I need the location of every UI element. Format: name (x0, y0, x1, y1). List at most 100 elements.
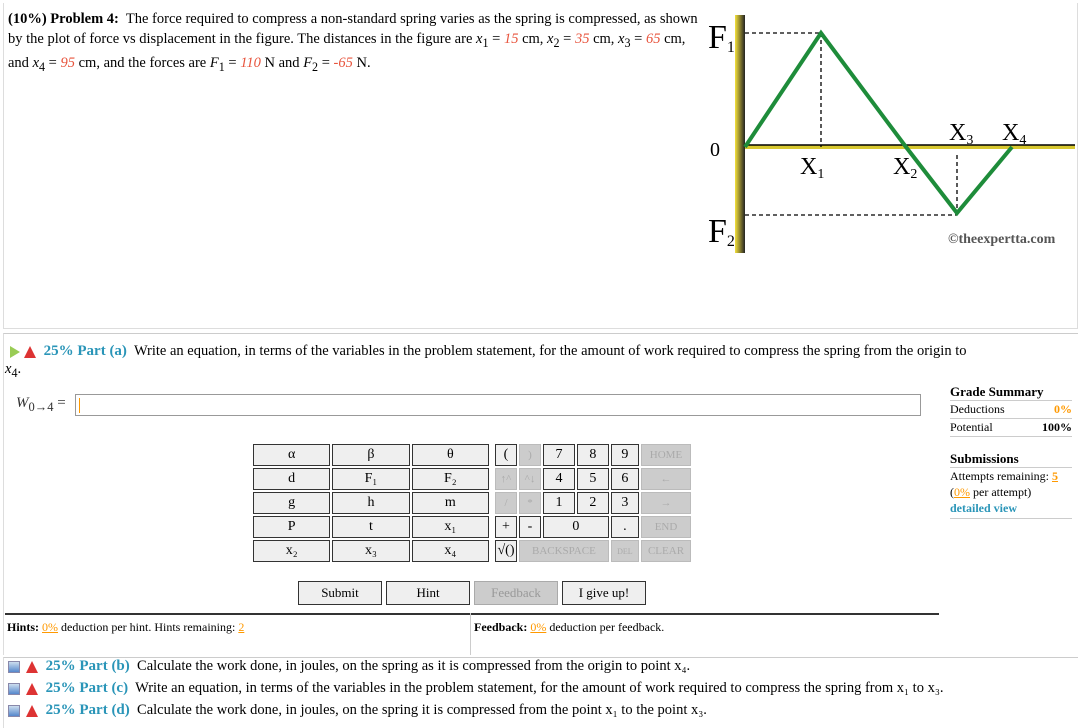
give-up-button[interactable]: I give up! (562, 581, 646, 605)
problem-statement: (10%) Problem 4: The force required to c… (8, 11, 698, 74)
key-5[interactable]: 5 (576, 468, 609, 490)
key-var[interactable]: F₂ (411, 468, 489, 490)
zero-label: 0 (710, 139, 720, 161)
key-8[interactable]: 8 (576, 444, 609, 466)
equation-label: W0→4 = (16, 395, 66, 414)
variable-keypad: α β θ d F₁ F₂ g h m Pt x₁ x₂ x₃ x₄ (251, 442, 491, 564)
key-backspace[interactable]: BACKSPACE (519, 540, 609, 562)
submit-button[interactable]: Submit (298, 581, 382, 605)
submissions-title: Submissions (950, 451, 1072, 468)
key-left[interactable]: ← (641, 468, 691, 490)
key-lparen[interactable]: ( (495, 444, 517, 466)
copyright: ©theexpertta.com (948, 232, 1056, 247)
collapsed-box-icon[interactable] (8, 704, 20, 717)
key-rparen[interactable]: ) (519, 444, 541, 466)
key-sqrt[interactable]: √() (495, 540, 517, 562)
key-var[interactable]: α (253, 444, 331, 466)
part-a-title: 25% Part (a) (43, 343, 127, 359)
potential-value: 100% (1042, 420, 1072, 434)
key-del[interactable]: DEL (610, 540, 639, 562)
x3-value: 65 (645, 31, 661, 47)
key-var[interactable]: t (332, 516, 410, 538)
wall (735, 15, 745, 253)
deductions-value: 0% (1054, 402, 1072, 416)
feedback-info: Feedback: 0% deduction per feedback. (474, 620, 665, 634)
part-b-row[interactable]: 25% Part (b) Calculate the work done, in… (8, 658, 690, 675)
key-4[interactable]: 4 (543, 468, 575, 490)
key-dot[interactable]: . (610, 516, 639, 538)
attempts-value: 5 (1051, 469, 1058, 483)
collapsed-box-icon[interactable] (8, 682, 20, 695)
key-var[interactable]: x₂ (253, 540, 331, 562)
key-var[interactable]: x₁ (411, 516, 489, 538)
feedback-button[interactable]: Feedback (474, 581, 558, 605)
warning-icon (26, 682, 38, 695)
key-var[interactable]: P (253, 516, 331, 538)
collapsed-box-icon[interactable] (8, 660, 20, 673)
key-6[interactable]: 6 (610, 468, 639, 490)
part-a-header: 25% Part (a) Write an equation, in terms… (10, 341, 1070, 361)
part-title: 25% Part (c) (45, 680, 129, 696)
key-var[interactable]: x₄ (411, 540, 489, 562)
math-keypad: () 7 8 9 HOME ↑^ ^↓ 4 5 6 ← / * 1 2 3 → + -0. END √() BAC… (493, 442, 693, 564)
x4-value: 95 (60, 54, 75, 71)
x1-value: 15 (503, 31, 519, 47)
X1-label: X1 (800, 154, 824, 182)
unit: cm (522, 31, 540, 47)
detailed-view-link[interactable]: detailed view (950, 501, 1017, 515)
key-multiply[interactable]: * (519, 492, 541, 514)
key-clear[interactable]: CLEAR (641, 540, 691, 562)
weight: (10%) (8, 11, 47, 27)
key-var[interactable]: x₃ (332, 540, 410, 562)
key-right[interactable]: → (641, 492, 691, 514)
hints-info: Hints: 0% deduction per hint. Hints rema… (7, 620, 245, 634)
key-var[interactable]: F₁ (332, 468, 410, 490)
part-title: 25% Part (b) (45, 658, 130, 674)
warning-icon (26, 660, 38, 673)
part-text: Calculate the work done, in joules, on t… (137, 702, 707, 718)
part-a-var: x4. (5, 361, 22, 380)
key-var[interactable]: g (253, 492, 331, 514)
key-2[interactable]: 2 (576, 492, 609, 514)
part-c-row[interactable]: 25% Part (c) Write an equation, in terms… (8, 680, 944, 697)
key-var[interactable]: θ (411, 444, 489, 466)
x2-value: 35 (574, 31, 590, 47)
key-down[interactable]: ^↓ (519, 468, 541, 490)
key-home[interactable]: HOME (641, 444, 691, 466)
key-minus[interactable]: - (519, 516, 541, 538)
key-0[interactable]: 0 (543, 516, 609, 538)
key-9[interactable]: 9 (610, 444, 639, 466)
force-displacement-figure: F1 F2 0 X1 X2 X3 X4 ©theexpertta.com (708, 15, 1075, 253)
expand-triangle-icon[interactable] (10, 345, 20, 358)
X3-label: X3 (949, 120, 973, 148)
hint-button[interactable]: Hint (386, 581, 470, 605)
warning-icon (26, 704, 38, 717)
per-attempt-label: per attempt) (973, 485, 1032, 499)
F2-value: -65 (333, 54, 353, 71)
F1-value: 110 (240, 54, 261, 71)
F2-label: F2 (708, 213, 735, 250)
grade-summary: Grade Summary Deductions 0% Potential 100%… (950, 384, 1072, 519)
key-var[interactable]: d (253, 468, 331, 490)
key-var[interactable]: h (332, 492, 410, 514)
equation-input[interactable] (75, 394, 921, 416)
key-3[interactable]: 3 (610, 492, 639, 514)
F1-label: F1 (708, 19, 735, 56)
key-var[interactable]: β (332, 444, 410, 466)
per-attempt-pct: 0% (954, 485, 970, 499)
part-text: Write an equation, in terms of the varia… (135, 680, 944, 696)
force-curve (743, 29, 1014, 217)
key-end[interactable]: END (641, 516, 691, 538)
key-var[interactable]: m (411, 492, 489, 514)
part-d-row[interactable]: 25% Part (d) Calculate the work done, in… (8, 702, 707, 719)
X4-label: X4 (1002, 120, 1026, 148)
key-plus[interactable]: + (495, 516, 517, 538)
key-1[interactable]: 1 (543, 492, 575, 514)
potential-label: Potential (950, 420, 993, 434)
part-a-text: Write an equation, in terms of the varia… (133, 343, 967, 359)
key-divide[interactable]: / (495, 492, 517, 514)
key-7[interactable]: 7 (543, 444, 575, 466)
key-up[interactable]: ↑^ (495, 468, 517, 490)
grade-title: Grade Summary (950, 384, 1072, 401)
guide-lines (745, 32, 958, 216)
